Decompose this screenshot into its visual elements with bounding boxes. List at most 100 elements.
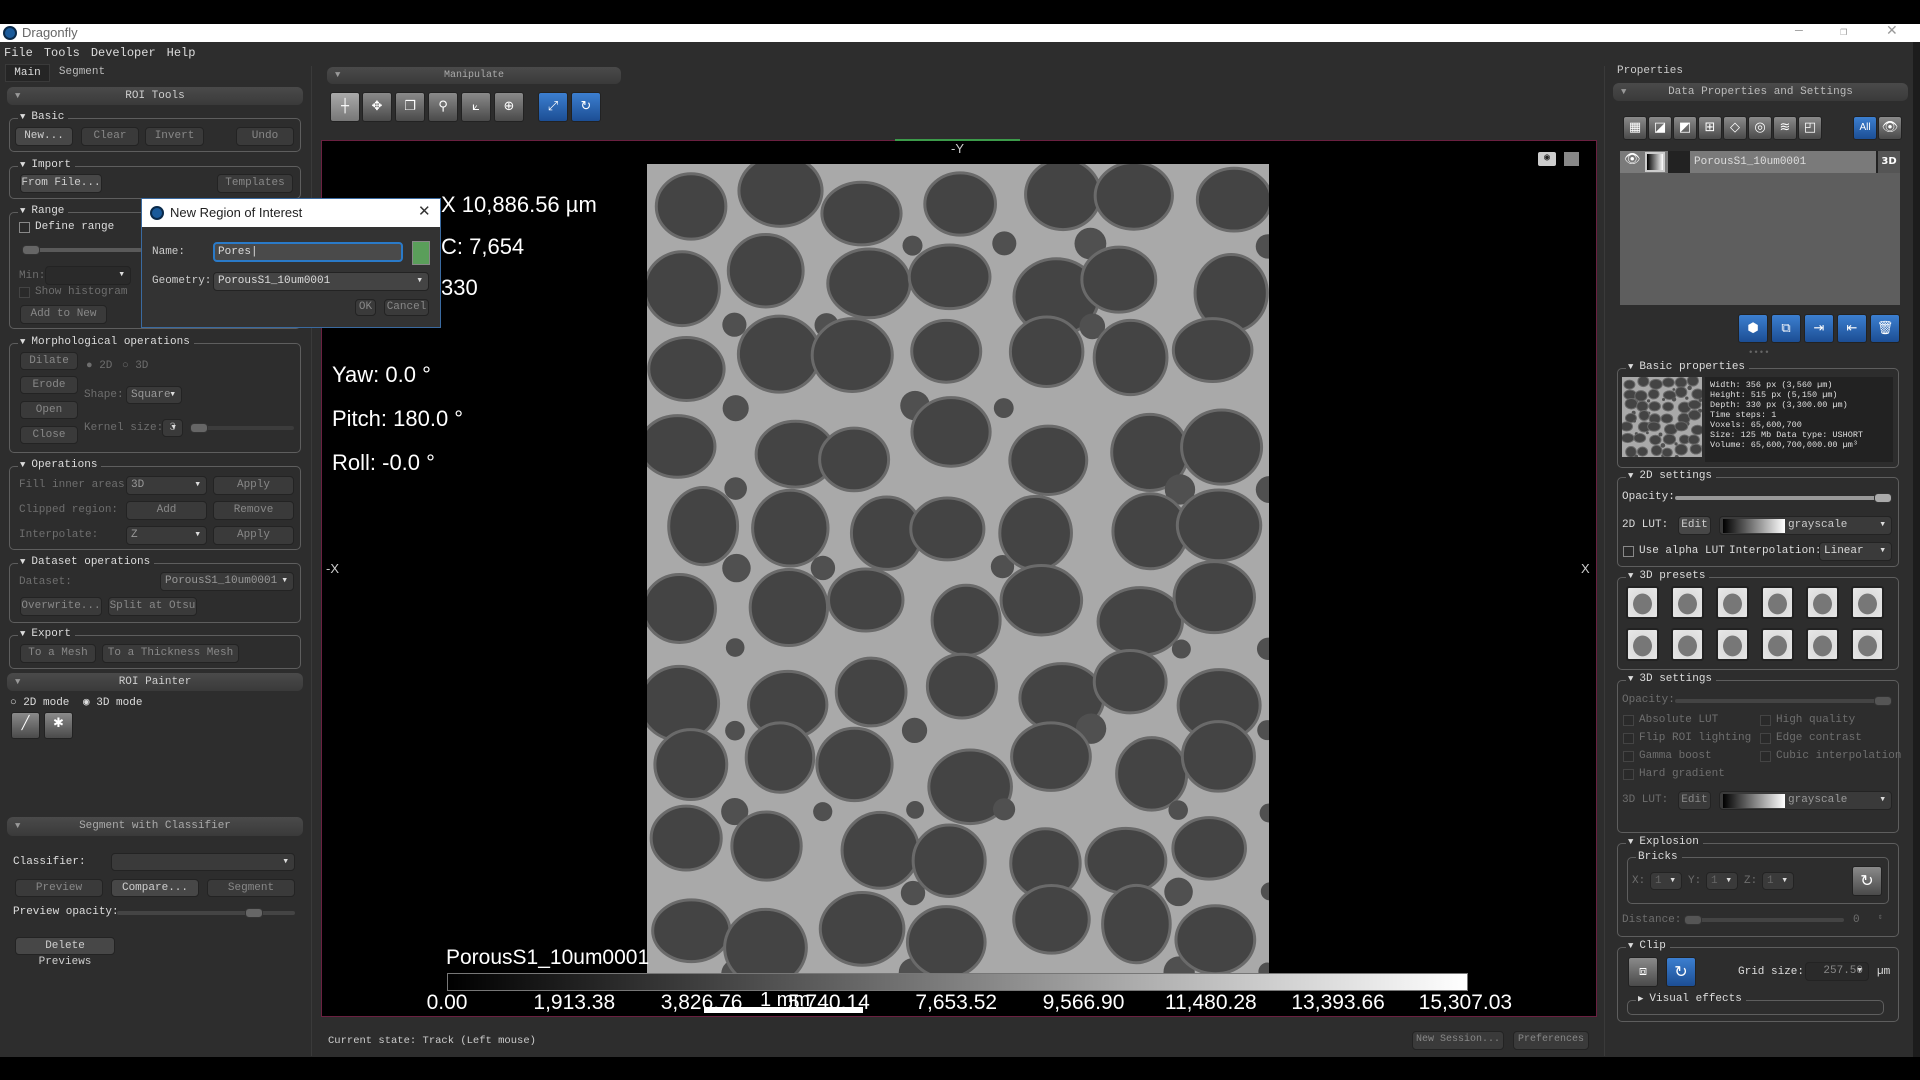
import-icon[interactable]: ⇤ — [1837, 314, 1867, 343]
splitter-handle[interactable]: •••• — [1748, 348, 1770, 358]
preset-thumbnail[interactable] — [1671, 628, 1704, 661]
preset-thumbnail[interactable] — [1716, 628, 1749, 661]
preset-thumbnail[interactable] — [1851, 628, 1884, 661]
preset-thumbnail[interactable] — [1761, 586, 1794, 619]
mode-2d-radio[interactable]: ○ 2D mode — [10, 696, 69, 710]
cancel-button[interactable]: Cancel — [384, 299, 429, 316]
3d-lut-edit-button[interactable]: Edit — [1678, 791, 1711, 810]
multi-roi-filter-icon[interactable]: ⊞ — [1698, 116, 1722, 140]
ruler-filter-icon[interactable]: ◪ — [1648, 116, 1672, 140]
undo-button[interactable]: Undo — [236, 127, 294, 146]
segment-button[interactable]: Segment — [207, 879, 295, 897]
data-properties-header[interactable]: ▼ Data Properties and Settings — [1613, 83, 1908, 101]
erode-button[interactable]: Erode — [20, 376, 78, 394]
2d-lut-edit-button[interactable]: Edit — [1678, 516, 1711, 535]
move-icon[interactable]: ✥ — [362, 92, 392, 122]
clipped-add-button[interactable]: Add — [126, 501, 207, 520]
ok-button[interactable]: OK — [355, 299, 376, 316]
fit-view-icon[interactable]: ⤢ — [538, 92, 568, 122]
define-range-checkbox[interactable] — [19, 222, 30, 233]
preset-thumbnail[interactable] — [1851, 586, 1884, 619]
visibility-filter-icon[interactable]: 👁 — [1878, 116, 1902, 140]
distance-spinner[interactable]: ⇕ — [1878, 911, 1883, 925]
kernel-slider-thumb[interactable] — [190, 423, 208, 433]
3d-setting-checkbox[interactable] — [1760, 733, 1771, 744]
range-label[interactable]: ▼ Range — [18, 205, 69, 217]
grid-size-field[interactable]: 257.50 — [1805, 962, 1869, 981]
3d-setting-checkbox[interactable] — [1623, 769, 1634, 780]
color-swatch[interactable] — [412, 241, 430, 265]
invert-button[interactable]: Invert — [145, 127, 204, 146]
classifier-header[interactable]: ▼ Segment with Classifier — [7, 817, 303, 836]
kernel-size-field[interactable]: 3 — [162, 419, 183, 437]
3d-setting-checkbox[interactable] — [1623, 715, 1634, 726]
smart-brush-icon[interactable]: ✱ — [44, 712, 73, 739]
delete-previews-button[interactable]: Delete Previews — [15, 937, 115, 968]
kernel-size-slider[interactable] — [190, 423, 294, 433]
dataset-ops-label[interactable]: ▼ Dataset operations — [18, 556, 155, 568]
roi-filter-icon[interactable]: ◇ — [1723, 116, 1747, 140]
preset-thumbnail[interactable] — [1716, 586, 1749, 619]
preferences-button[interactable]: Preferences — [1513, 1031, 1589, 1050]
preset-thumbnail[interactable] — [1671, 586, 1704, 619]
preset-thumbnail[interactable] — [1806, 628, 1839, 661]
2d-settings-label[interactable]: ▼ 2D settings — [1626, 470, 1717, 482]
axes-icon[interactable]: ⟀ — [461, 92, 491, 122]
image-filter-icon[interactable]: ◩ — [1673, 116, 1697, 140]
open-button[interactable]: Open — [20, 401, 78, 419]
basic-properties-label[interactable]: ▼ Basic properties — [1626, 361, 1750, 373]
fill-apply-button[interactable]: Apply — [213, 476, 294, 495]
dilate-button[interactable]: Dilate — [20, 352, 78, 370]
dialog-close-icon[interactable]: ✕ — [418, 202, 431, 220]
3d-opacity-slider[interactable] — [1675, 696, 1892, 706]
roi-painter-header[interactable]: ▼ ROI Painter — [7, 673, 303, 691]
mode-3d-radio[interactable]: ◉ 3D mode — [83, 696, 142, 710]
target-icon[interactable]: ⊕ — [494, 92, 524, 122]
to-mesh-button[interactable]: To a Mesh — [20, 644, 96, 663]
export-label[interactable]: ▼ Export — [18, 628, 76, 640]
duplicate-icon[interactable]: ⧉ — [1771, 314, 1801, 343]
eye-icon[interactable]: 👁 — [1624, 152, 1641, 167]
menu-developer[interactable]: Developer — [91, 46, 156, 60]
menu-file[interactable]: File — [4, 46, 33, 60]
3d-settings-label[interactable]: ▼ 3D settings — [1626, 673, 1717, 685]
preset-thumbnail[interactable] — [1626, 628, 1659, 661]
interpolate-apply-button[interactable]: Apply — [213, 526, 294, 545]
visual-effects-label[interactable]: ▶ Visual effects — [1636, 993, 1746, 1005]
range-slider[interactable] — [22, 245, 142, 255]
basic-label[interactable]: ▼ Basic — [18, 111, 69, 123]
3d-presets-label[interactable]: ▼ 3D presets — [1626, 570, 1710, 582]
range-slider-thumb[interactable] — [22, 245, 40, 255]
brush-icon[interactable]: ╱ — [11, 712, 40, 739]
preset-thumbnail[interactable] — [1806, 586, 1839, 619]
morph-label[interactable]: ▼ Morphological operations — [18, 336, 194, 348]
3d-setting-checkbox[interactable] — [1760, 715, 1771, 726]
bricks-x-spinner[interactable]: 1 — [1650, 872, 1682, 890]
dataset-dropdown[interactable]: PorousS1_10um0001 — [160, 572, 294, 591]
templates-button[interactable]: Templates — [217, 174, 293, 193]
minimize-button[interactable]: — — [1795, 23, 1803, 38]
cube-icon[interactable]: ⬢ — [1738, 314, 1768, 343]
bricks-y-spinner[interactable]: 1 — [1706, 872, 1738, 890]
geometry-dropdown[interactable]: PorousS1_10um0001 — [213, 272, 429, 291]
fill-inner-dropdown[interactable]: 3D — [126, 476, 207, 495]
clip-label[interactable]: ▼ Clip — [1626, 940, 1670, 952]
import-label[interactable]: ▼ Import — [18, 159, 76, 171]
all-filter-button[interactable]: All — [1853, 116, 1877, 140]
3d-setting-checkbox[interactable] — [1760, 751, 1771, 762]
use-alpha-lut-checkbox[interactable] — [1623, 546, 1634, 557]
distance-slider[interactable] — [1684, 915, 1844, 925]
distance-thumb[interactable] — [1684, 915, 1702, 925]
manipulate-header[interactable]: ▼ Manipulate — [327, 67, 621, 84]
from-file-button[interactable]: From File... — [20, 174, 102, 193]
layout-icon[interactable] — [1564, 152, 1579, 166]
clear-button[interactable]: Clear — [81, 127, 139, 146]
menu-tools[interactable]: Tools — [44, 46, 80, 60]
delete-icon[interactable]: 🗑 — [1870, 314, 1900, 343]
classifier-dropdown[interactable] — [111, 853, 295, 871]
3d-setting-checkbox[interactable] — [1623, 751, 1634, 762]
clipped-remove-button[interactable]: Remove — [213, 501, 294, 520]
3d-opacity-thumb[interactable] — [1874, 696, 1892, 706]
3d-lut-dropdown[interactable]: grayscale — [1719, 791, 1892, 810]
preset-thumbnail[interactable] — [1761, 628, 1794, 661]
